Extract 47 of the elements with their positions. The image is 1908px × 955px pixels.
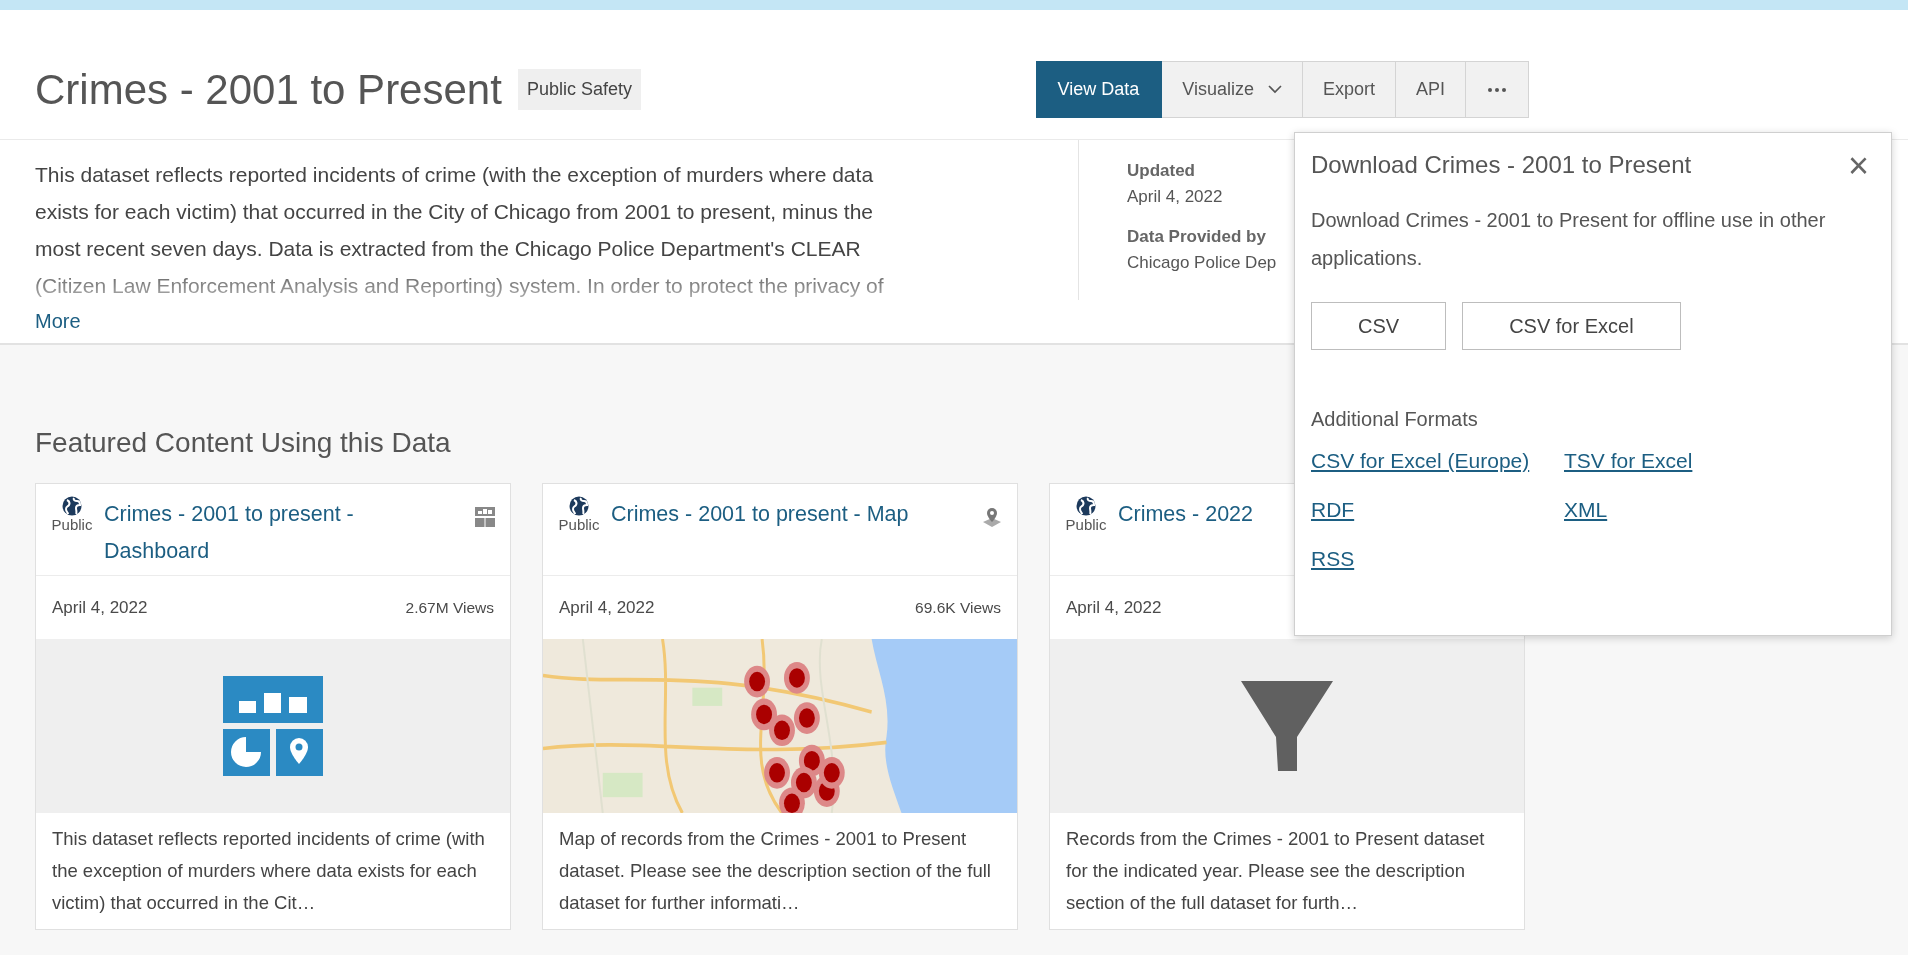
download-button[interactable]: CSV [1311,302,1447,350]
visibility-label: Public [51,516,93,533]
formats-heading: Additional Formats [1311,408,1479,431]
format-link[interactable]: CSV for Excel (Europe) [1311,449,1530,473]
download-button[interactable]: CSV for Excel [1462,302,1681,350]
card-date: April 4, 2022 [52,597,148,618]
card-description: Records from the Crimes - 2001 to Present dataset for the indicated year. Please see the description section of the full dataset for furth… [1065,827,1486,915]
action-button[interactable]: Export [1302,61,1396,118]
card-title-link[interactable]: Crimes - 2001 to present - Map [611,496,911,575]
filter-icon [1241,681,1333,771]
more-button[interactable] [1466,61,1529,118]
dashboard-icon [474,506,496,528]
visibility-label: Public [558,516,600,533]
card-title-link[interactable]: Crimes - 2001 to present - Dashboard [104,496,404,575]
view-count: 69.6K Views [915,598,1001,617]
card-description: Map of records from the Crimes - 2001 to Present dataset. Please see the description section of the full dataset for further informati… [558,827,992,915]
visualize-dropdown[interactable]: Visualize [1162,61,1303,118]
format-link[interactable]: TSV for Excel [1564,449,1693,473]
globe-icon [569,496,589,516]
close-button[interactable]: × [1841,147,1875,185]
category-tag: Public Safety [517,69,641,110]
format-link[interactable]: RDF [1311,498,1355,522]
action-button[interactable]: View Data [1035,61,1163,118]
dataset-description: This dataset reflects reported incidents of crime (with the exception of murders where data exists for each victim) that occurred in the City of Chicago from 2001 to present, minus the most recent seven days. Data is extracted from the Chicago Police Department's CLEAR (Citizen Law Enforcement Analysis and Reporting) system. In order to protect the privacy of [35,162,885,299]
caret-icon [1267,85,1282,94]
dashboard-icon [223,676,323,776]
format-link[interactable]: XML [1564,498,1608,522]
action-button[interactable]: API [1396,61,1466,118]
card-date: April 4, 2022 [1066,597,1162,618]
format-link[interactable]: RSS [1311,547,1355,571]
meta-value: Chicago Police Dep [1127,252,1277,274]
meta-label: Data Provided by [1127,226,1267,248]
globe-icon [62,496,82,516]
dataset-title: Crimes - 2001 to Present [35,65,502,114]
section-heading: Featured Content Using this Data [35,427,451,459]
map-pin-icon [981,506,1003,528]
dialog-title: Download Crimes - 2001 to Present [1311,151,1692,179]
more-link[interactable]: More [35,310,81,333]
view-count: 2.67M Views [405,598,494,617]
meta-label: Updated [1127,160,1196,182]
meta-value: April 4, 2022 [1127,186,1224,208]
globe-icon [1076,496,1096,516]
visibility-label: Public [1065,516,1107,533]
more-icon [1488,87,1506,92]
card-date: April 4, 2022 [559,597,655,618]
dialog-text: Download Crimes - 2001 to Present for offline use in other applications. [1311,208,1827,271]
card-description: This dataset reflects reported incidents of crime (with the exception of murders where data exists for each victim) that occurred in the Cit… [51,827,486,915]
